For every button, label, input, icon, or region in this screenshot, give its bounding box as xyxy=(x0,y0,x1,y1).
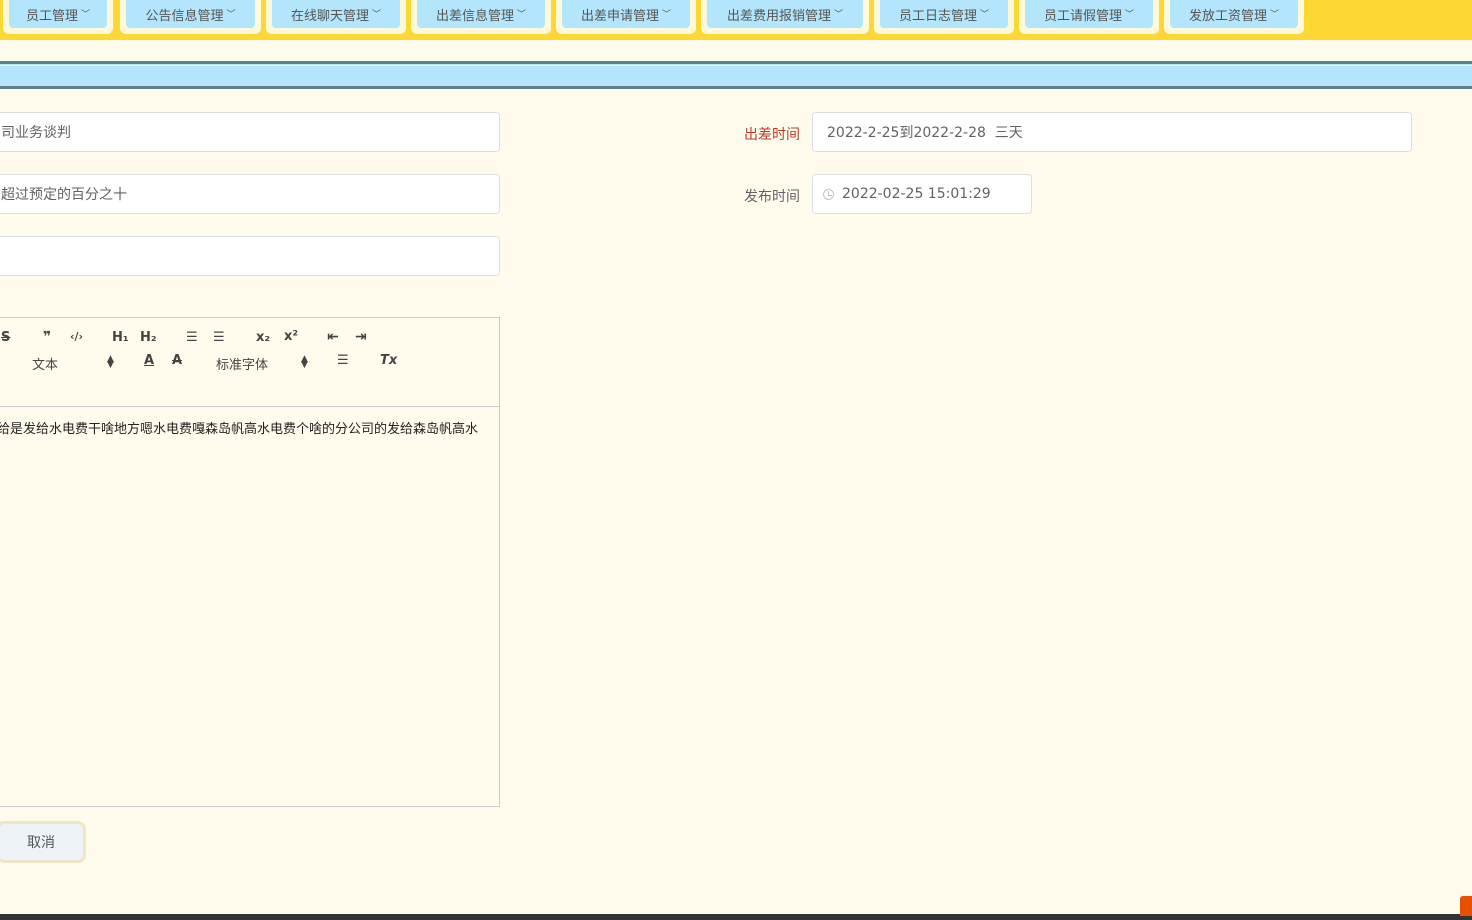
align-button[interactable]: ☰ xyxy=(337,353,349,368)
nav-item-trip-expense[interactable]: 出差费用报销管理 ﹀ xyxy=(701,0,869,34)
header-band xyxy=(0,61,1472,89)
top-nav: 员工管理 ﹀ 公告信息管理 ﹀ 在线聊天管理 ﹀ 出差信息管理 ﹀ 出差申请管理 ﹀ 出差… xyxy=(0,0,1472,40)
nav-label: 出差费用报销管理 xyxy=(726,8,831,24)
ordered-list-button[interactable]: ☰ xyxy=(186,330,198,345)
publish-time-value: 2022-02-25 15:01:29 xyxy=(842,186,991,202)
extra-input[interactable] xyxy=(0,236,500,276)
nav-item-chat[interactable]: 在线聊天管理 ﹀ xyxy=(266,0,406,34)
nav-item-employee[interactable]: 员工管理 ﹀ xyxy=(3,0,113,34)
chevron-down-icon: ﹀ xyxy=(980,9,990,20)
h1-button[interactable]: H₁ xyxy=(112,330,129,345)
strike-button[interactable]: S xyxy=(1,330,10,345)
trip-time-input[interactable]: 2022-2-25到2022-2-28 三天 xyxy=(812,112,1412,152)
nav-label: 员工管理 xyxy=(25,8,78,24)
nav-item-trip-info[interactable]: 出差信息管理 ﹀ xyxy=(411,0,551,34)
font-color-button[interactable]: A xyxy=(144,353,154,368)
corner-logo-icon xyxy=(1460,896,1472,916)
budget-input[interactable]: 超过预定的百分之十 xyxy=(0,174,500,214)
chevron-down-icon: ﹀ xyxy=(1270,9,1280,20)
chevron-down-icon: ﹀ xyxy=(81,9,91,20)
bullet-list-button[interactable]: ☰ xyxy=(213,330,225,345)
nav-item-notice[interactable]: 公告信息管理 ﹀ xyxy=(120,0,261,34)
background-color-button[interactable]: A xyxy=(172,353,182,368)
rich-text-editor: S ❞ ‹/› H₁ H₂ ☰ ☰ x₂ x² ⇤ ⇥ 文本 ▲ ▼ A A 标准… xyxy=(0,317,500,807)
quote-button[interactable]: ❞ xyxy=(43,329,51,345)
editor-content[interactable]: 给是发给水电费干啥地方嗯水电费嘎森岛帆高水电费个啥的分公司的发给森岛帆高水 xyxy=(0,418,478,437)
h2-button[interactable]: H₂ xyxy=(140,330,157,345)
superscript-button[interactable]: x² xyxy=(284,329,298,344)
indent-button[interactable]: ⇥ xyxy=(355,329,367,345)
nav-label: 出差申请管理 xyxy=(580,8,659,24)
nav-item-employee-log[interactable]: 员工日志管理 ﹀ xyxy=(874,0,1014,34)
cancel-label: 取消 xyxy=(27,835,55,851)
trip-time-value: 2022-2-25到2022-2-28 三天 xyxy=(827,125,1023,141)
chevron-down-icon: ﹀ xyxy=(517,9,527,20)
nav-item-leave[interactable]: 员工请假管理 ﹀ xyxy=(1019,0,1159,34)
select-arrows-icon: ▲ ▼ xyxy=(107,354,114,370)
publish-time-picker[interactable]: 2022-02-25 15:01:29 xyxy=(812,174,1032,214)
outdent-button[interactable]: ⇤ xyxy=(327,329,339,345)
clear-format-button[interactable]: Tx xyxy=(380,353,397,368)
publish-time-label: 发布时间 xyxy=(744,189,800,205)
nav-label: 员工日志管理 xyxy=(898,8,977,24)
select-arrows-icon: ▲ ▼ xyxy=(301,354,308,370)
code-button[interactable]: ‹/› xyxy=(70,330,83,343)
budget-value: 超过预定的百分之十 xyxy=(1,187,127,203)
nav-item-trip-apply[interactable]: 出差申请管理 ﹀ xyxy=(556,0,696,34)
chevron-down-icon: ﹀ xyxy=(834,9,844,20)
window-bottom-edge xyxy=(0,914,1472,920)
nav-label: 发放工资管理 xyxy=(1188,8,1267,24)
nav-label: 出差信息管理 xyxy=(435,8,514,24)
font-select-value: 标准字体 xyxy=(216,358,269,373)
nav-label: 公告信息管理 xyxy=(145,8,224,24)
nav-label: 在线聊天管理 xyxy=(290,8,369,24)
subject-value: 司业务谈判 xyxy=(1,125,71,141)
size-select-value: 文本 xyxy=(32,358,59,373)
subscript-button[interactable]: x₂ xyxy=(256,330,270,345)
chevron-down-icon: ﹀ xyxy=(662,9,672,20)
chevron-down-icon: ﹀ xyxy=(1125,9,1135,20)
trip-time-label: 出差时间 xyxy=(744,127,800,143)
nav-item-salary[interactable]: 发放工资管理 ﹀ xyxy=(1164,0,1304,34)
subject-input[interactable]: 司业务谈判 xyxy=(0,112,500,152)
cancel-button[interactable]: 取消 xyxy=(0,821,86,863)
chevron-down-icon: ﹀ xyxy=(226,9,236,20)
editor-toolbar: S ❞ ‹/› H₁ H₂ ☰ ☰ x₂ x² ⇤ ⇥ 文本 ▲ ▼ A A 标准… xyxy=(0,318,499,407)
chevron-down-icon: ﹀ xyxy=(372,9,382,20)
clock-icon xyxy=(823,188,834,200)
nav-label: 员工请假管理 xyxy=(1043,8,1122,24)
